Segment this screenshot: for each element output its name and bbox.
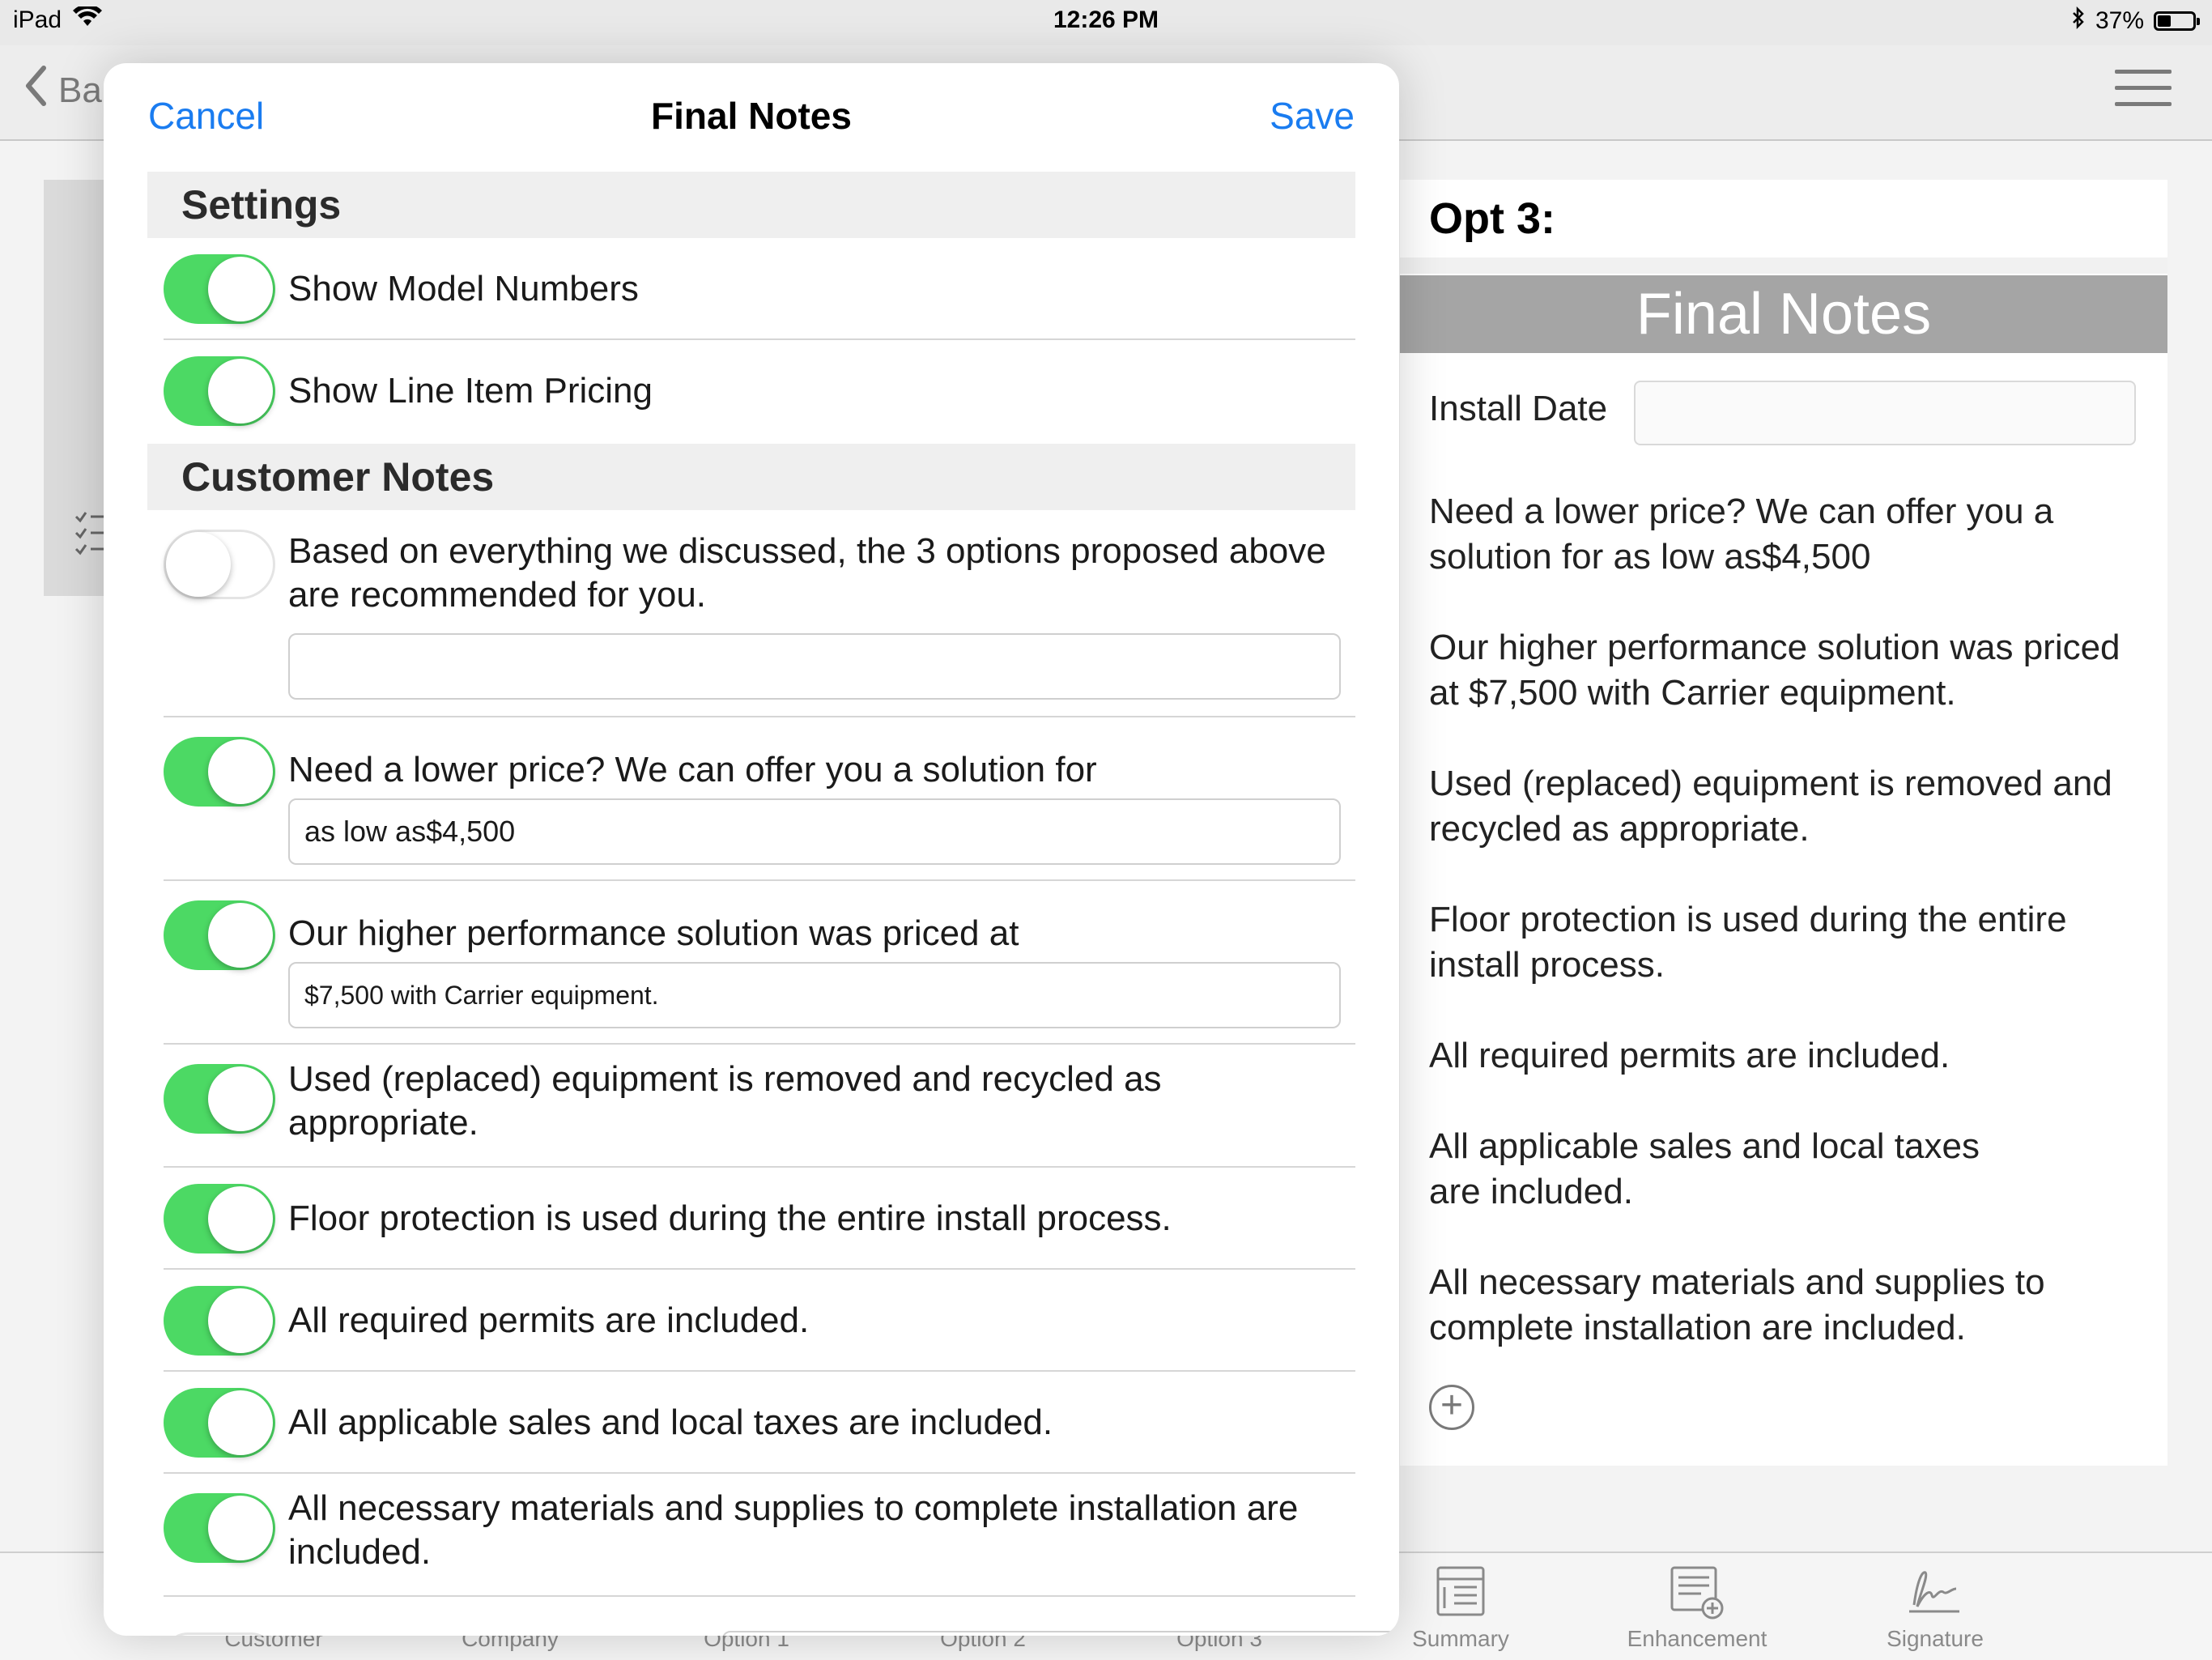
preview-notes-list: Need a lower price? We can offer you a s… — [1429, 489, 2142, 1396]
setting-label: Show Line Item Pricing — [288, 371, 653, 411]
final-notes-banner: Final Notes — [1400, 275, 2167, 353]
install-date-row: Install Date — [1429, 381, 2136, 445]
show-model-numbers-toggle[interactable] — [164, 254, 275, 324]
note-row: All required permits are included. — [164, 1270, 1355, 1372]
note-toggle[interactable] — [164, 1388, 275, 1458]
note-toggle[interactable] — [164, 1493, 275, 1563]
preview-note: Our higher performance solution was pric… — [1429, 628, 2121, 713]
chevron-left-icon — [24, 65, 47, 116]
note-field[interactable]: $7,500 with Carrier equipment. — [288, 962, 1341, 1028]
menu-icon[interactable] — [2115, 70, 2172, 110]
note-toggle[interactable] — [164, 1064, 275, 1134]
status-bar: iPad 12:26 PM 37% — [0, 0, 2212, 45]
back-button[interactable]: Ba — [24, 65, 102, 116]
note-label: Our higher performance solution was pric… — [288, 913, 1019, 953]
setting-label: Show Model Numbers — [288, 269, 639, 309]
note-row: All necessary materials and supplies to … — [164, 1474, 1355, 1597]
preview-note: Floor protection is used during the enti… — [1429, 900, 2067, 985]
note-label: All required permits are included. — [288, 1300, 810, 1340]
note-label: All necessary materials and supplies to … — [288, 1488, 1299, 1572]
setting-row: Show Line Item Pricing — [164, 340, 1355, 442]
final-notes-modal: Cancel Final Notes Save Settings Show Mo… — [104, 63, 1399, 1636]
show-line-item-pricing-toggle[interactable] — [164, 356, 275, 426]
note-toggle[interactable] — [164, 1632, 275, 1636]
note-field[interactable] — [722, 1631, 1399, 1636]
bluetooth-icon — [2071, 6, 2086, 36]
modal-header: Cancel Final Notes Save — [104, 63, 1399, 172]
preview-note: All applicable sales and local taxes are… — [1429, 1126, 1980, 1211]
save-button[interactable]: Save — [1270, 94, 1355, 138]
preview-note: All necessary materials and supplies to … — [1429, 1262, 2045, 1347]
note-field[interactable] — [288, 633, 1341, 700]
note-label: Need a lower price? We can offer you a s… — [288, 750, 1097, 790]
note-toggle[interactable] — [164, 1286, 275, 1356]
note-row: All applicable sales and local taxes are… — [164, 1372, 1355, 1474]
option-title: Opt 3: — [1429, 194, 1555, 243]
divider — [1400, 258, 2167, 274]
preview-note: Need a lower price? We can offer you a s… — [1429, 492, 2054, 577]
install-date-field[interactable] — [1634, 381, 2136, 445]
battery-level — [2158, 15, 2171, 27]
back-label: Ba — [58, 70, 102, 110]
note-row: Used (replaced) equipment is removed and… — [164, 1045, 1355, 1168]
modal-title: Final Notes — [651, 95, 852, 137]
add-note-icon[interactable]: + — [1429, 1385, 1474, 1430]
setting-row: Show Model Numbers — [164, 238, 1355, 340]
tab-label: Signature — [1887, 1626, 1984, 1651]
tab-enhancement[interactable]: Enhancement — [1579, 1553, 1815, 1660]
preview-note: Used (replaced) equipment is removed and… — [1429, 764, 2112, 849]
preview-note: All required permits are included. — [1429, 1036, 1950, 1075]
preview-card: Opt 3: Final Notes Install Date Need a l… — [1400, 180, 2167, 1466]
note-toggle[interactable] — [164, 1184, 275, 1254]
install-date-label: Install Date — [1429, 389, 1608, 428]
note-row: Based on everything we discussed, the 3 … — [164, 510, 1355, 717]
enhancement-icon — [1579, 1564, 1815, 1621]
battery-percent: 37% — [2095, 7, 2144, 34]
note-toggle[interactable] — [164, 900, 275, 970]
settings-header: Settings — [147, 172, 1355, 238]
note-label: All applicable sales and local taxes are… — [288, 1402, 1053, 1442]
note-label: Floor protection is used during the enti… — [288, 1198, 1172, 1238]
note-row: Our higher performance solution was pric… — [164, 881, 1355, 1045]
battery-icon — [2154, 11, 2200, 31]
signature-icon — [1817, 1564, 2053, 1618]
note-field[interactable]: as low as$4,500 — [288, 798, 1341, 865]
tab-signature[interactable]: Signature — [1817, 1553, 2053, 1660]
status-right: 37% — [2071, 6, 2200, 36]
note-row: Need a lower price? We can offer you a s… — [164, 717, 1355, 881]
note-row: Floor protection is used during the enti… — [164, 1168, 1355, 1270]
note-toggle[interactable] — [164, 530, 275, 599]
customer-notes-header: Customer Notes — [147, 444, 1355, 510]
tab-label: Enhancement — [1627, 1626, 1767, 1651]
note-label: Used (replaced) equipment is removed and… — [288, 1059, 1162, 1143]
status-time: 12:26 PM — [1053, 6, 1159, 33]
note-toggle[interactable] — [164, 737, 275, 807]
note-label: Based on everything we discussed, the 3 … — [288, 531, 1326, 615]
partial-row — [164, 1616, 1399, 1636]
